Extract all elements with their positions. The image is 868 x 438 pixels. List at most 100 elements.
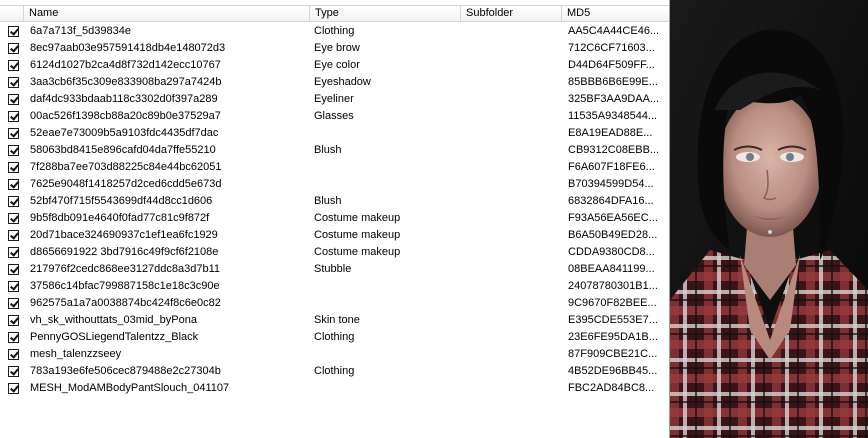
cell-subfolder [465, 244, 560, 261]
row-checkbox[interactable] [8, 145, 19, 156]
cell-name: 37586c14bfac799887158c1e18c3c90e [30, 280, 220, 292]
cell-subfolder [465, 125, 560, 142]
portrait-image [670, 0, 868, 438]
cell-subfolder [465, 227, 560, 244]
cell-type: Blush [314, 144, 342, 156]
cell-type: Eye color [314, 59, 360, 71]
row-checkbox[interactable] [8, 179, 19, 190]
row-checkbox[interactable] [8, 162, 19, 173]
table-row[interactable]: mesh_talenzzseey 87F909CBE21C... [0, 346, 669, 363]
cell-subfolder [465, 57, 560, 74]
cell-subfolder [465, 329, 560, 346]
cell-md5: 4B52DE96BB45... [568, 365, 658, 377]
cell-md5: 11535A9348544... [568, 110, 658, 122]
cell-md5: 24078780301B1... [568, 280, 658, 292]
table-row[interactable]: 3aa3cb6f35c309e833908ba297a7424b Eyeshado… [0, 74, 669, 91]
table-row[interactable]: 00ac526f1398cb88a20c89b0e37529a7 Glasses 1… [0, 108, 669, 125]
table-row[interactable]: 20d71bace324690937c1ef1ea6fc1929 Costume … [0, 227, 669, 244]
cell-name: 783a193e6fe506cec879488e2c27304b [30, 365, 221, 377]
cell-subfolder [465, 142, 560, 159]
cell-name: 6a7a713f_5d39834e [30, 25, 131, 37]
cell-name: 3aa3cb6f35c309e833908ba297a7424b [30, 76, 222, 88]
cell-md5: CDDA9380CD8... [568, 246, 655, 258]
cell-type: Skin tone [314, 314, 360, 326]
cell-subfolder [465, 295, 560, 312]
cell-type [314, 278, 459, 295]
cell-md5: 23E6FE95DA1B... [568, 331, 658, 343]
table-row[interactable]: daf4dc933bdaab118c3302d0f397a289 Eyeliner… [0, 91, 669, 108]
row-checkbox[interactable] [8, 247, 19, 258]
cell-name: 6124d1027b2ca4d8f732d142ecc10767 [30, 59, 221, 71]
table-row[interactable]: 7f288ba7ee703d88225c84e44bc62051 F6A607F1… [0, 159, 669, 176]
table-row[interactable]: vh_sk_withouttats_03mid_byPona Skin tone E… [0, 312, 669, 329]
list-rows: 6a7a713f_5d39834e Clothing AA5C4A44CE46...… [0, 23, 669, 397]
row-checkbox[interactable] [8, 26, 19, 37]
row-checkbox[interactable] [8, 128, 19, 139]
cell-name: 58063bd8415e896cafd04da7ffe55210 [30, 144, 216, 156]
table-row[interactable]: 52eae7e73009b5a9103fdc4435df7dac E8A19EAD… [0, 125, 669, 142]
column-header-md5[interactable]: MD5 [562, 6, 669, 21]
cell-type: Clothing [314, 25, 355, 37]
cell-type: Eyeliner [314, 93, 354, 105]
row-checkbox[interactable] [8, 60, 19, 71]
row-checkbox[interactable] [8, 43, 19, 54]
cell-subfolder [465, 312, 560, 329]
cell-subfolder [465, 380, 560, 397]
cell-md5: 6832864DFA16... [568, 195, 654, 207]
cell-md5: E395CDE553E7... [568, 314, 658, 326]
column-header-type[interactable]: Type [310, 6, 461, 21]
table-row[interactable]: 962575a1a7a0038874bc424f8c6e0c82 9C9670F8… [0, 295, 669, 312]
list-header: Name Type Subfolder MD5 [0, 5, 669, 22]
column-header-subfolder[interactable]: Subfolder [461, 6, 562, 21]
row-checkbox[interactable] [8, 298, 19, 309]
row-checkbox[interactable] [8, 383, 19, 394]
cell-type [314, 125, 459, 142]
cell-type: Costume makeup [314, 212, 401, 224]
cell-md5: 712C6CF71603... [568, 42, 655, 54]
row-checkbox[interactable] [8, 349, 19, 360]
cell-type: Clothing [314, 365, 355, 377]
cell-name: PennyGOSLiegendTalentzz_Black [30, 331, 199, 343]
row-checkbox[interactable] [8, 281, 19, 292]
table-row[interactable]: 217976f2cedc868ee3127ddc8a3d7b11 Stubble 0… [0, 261, 669, 278]
table-row[interactable]: d8656691922 3bd7916c49f9cf6f2108e Costume… [0, 244, 669, 261]
table-row[interactable]: 783a193e6fe506cec879488e2c27304b Clothing… [0, 363, 669, 380]
cell-md5: 9C9670F82BEE... [568, 297, 657, 309]
cell-subfolder [465, 193, 560, 210]
cell-md5: CB9312C08EBB... [568, 144, 660, 156]
row-checkbox[interactable] [8, 77, 19, 88]
table-row[interactable]: 8ec97aab03e957591418db4e148072d3 Eye brow… [0, 40, 669, 57]
cell-subfolder [465, 261, 560, 278]
sim-portrait-preview [670, 0, 868, 438]
row-checkbox[interactable] [8, 315, 19, 326]
file-list-view[interactable]: Name Type Subfolder MD5 6a7a713f_5d39834… [0, 0, 670, 438]
row-checkbox[interactable] [8, 196, 19, 207]
table-row[interactable]: 6a7a713f_5d39834e Clothing AA5C4A44CE46... [0, 23, 669, 40]
row-checkbox[interactable] [8, 94, 19, 105]
table-row[interactable]: 37586c14bfac799887158c1e18c3c90e 24078780… [0, 278, 669, 295]
cell-name: MESH_ModAMBodyPantSlouch_041107 [30, 382, 230, 394]
table-row[interactable]: 6124d1027b2ca4d8f732d142ecc10767 Eye colo… [0, 57, 669, 74]
cell-subfolder [465, 176, 560, 193]
table-row[interactable]: 52bf470f715f5543699df44d8cc1d606 Blush 683… [0, 193, 669, 210]
cell-subfolder [465, 74, 560, 91]
cell-md5: D44D64F509FF... [568, 59, 655, 71]
cell-name: 00ac526f1398cb88a20c89b0e37529a7 [30, 110, 221, 122]
cell-type: Costume makeup [314, 246, 401, 258]
table-row[interactable]: MESH_ModAMBodyPantSlouch_041107 FBC2AD84B… [0, 380, 669, 397]
table-row[interactable]: 7625e9048f1418257d2ced6cdd5e673d B7039459… [0, 176, 669, 193]
row-checkbox[interactable] [8, 332, 19, 343]
row-checkbox[interactable] [8, 111, 19, 122]
row-checkbox[interactable] [8, 213, 19, 224]
cell-name: vh_sk_withouttats_03mid_byPona [30, 314, 197, 326]
cell-type [314, 295, 459, 312]
table-row[interactable]: 58063bd8415e896cafd04da7ffe55210 Blush CB9… [0, 142, 669, 159]
row-checkbox[interactable] [8, 366, 19, 377]
row-checkbox[interactable] [8, 230, 19, 241]
table-row[interactable]: 9b5f8db091e4640f0fad77c81c9f872f Costume … [0, 210, 669, 227]
cell-type: Glasses [314, 110, 354, 122]
table-row[interactable]: PennyGOSLiegendTalentzz_Black Clothing 23E… [0, 329, 669, 346]
checkbox-column-header[interactable] [0, 6, 24, 21]
row-checkbox[interactable] [8, 264, 19, 275]
column-header-name[interactable]: Name [24, 6, 310, 21]
